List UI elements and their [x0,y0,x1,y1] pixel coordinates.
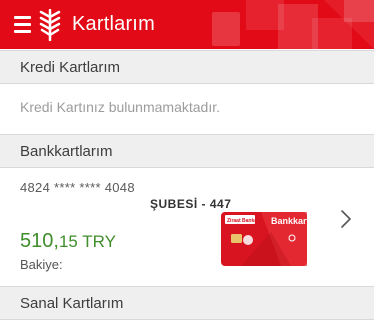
app-header: Kartlarım [0,0,374,49]
section-header-bank-cards: Bankkartlarım [0,134,374,168]
chevron-right-icon[interactable] [340,209,352,229]
hamburger-menu-icon[interactable] [14,14,31,34]
card-number: 4824 **** **** 4048 [20,180,135,195]
card-brand-text: Bankkart [271,216,307,226]
empty-credit-cards-message: Kredi Kartınız bulunmamaktadır. [20,99,220,115]
balance-amount-whole: 510, [20,230,59,252]
card-bank-text: Ziraat Bankası [227,218,262,224]
section-title: Kredi Kartlarım [20,59,121,76]
bankkart-card-image: Ziraat Bankası Bankkart [221,212,307,266]
balance-label: Bakiye: [20,257,63,272]
ziraat-logo-icon [39,9,61,41]
branch-label: ŞUBESİ - 447 [150,197,232,211]
section-title: Sanal Kartlarım [20,295,124,312]
bank-card-item[interactable]: 4824 **** **** 4048 ŞUBESİ - 447 510,15 … [0,169,374,286]
balance-amount: 510,15 TRY [20,230,116,253]
section-header-credit-cards: Kredi Kartlarım [0,50,374,84]
header-decoration [212,0,374,49]
page-title: Kartlarım [72,13,155,35]
balance-amount-fraction: 15 TRY [58,232,116,251]
section-title: Bankkartlarım [20,143,113,160]
section-header-virtual-cards: Sanal Kartlarım [0,286,374,320]
